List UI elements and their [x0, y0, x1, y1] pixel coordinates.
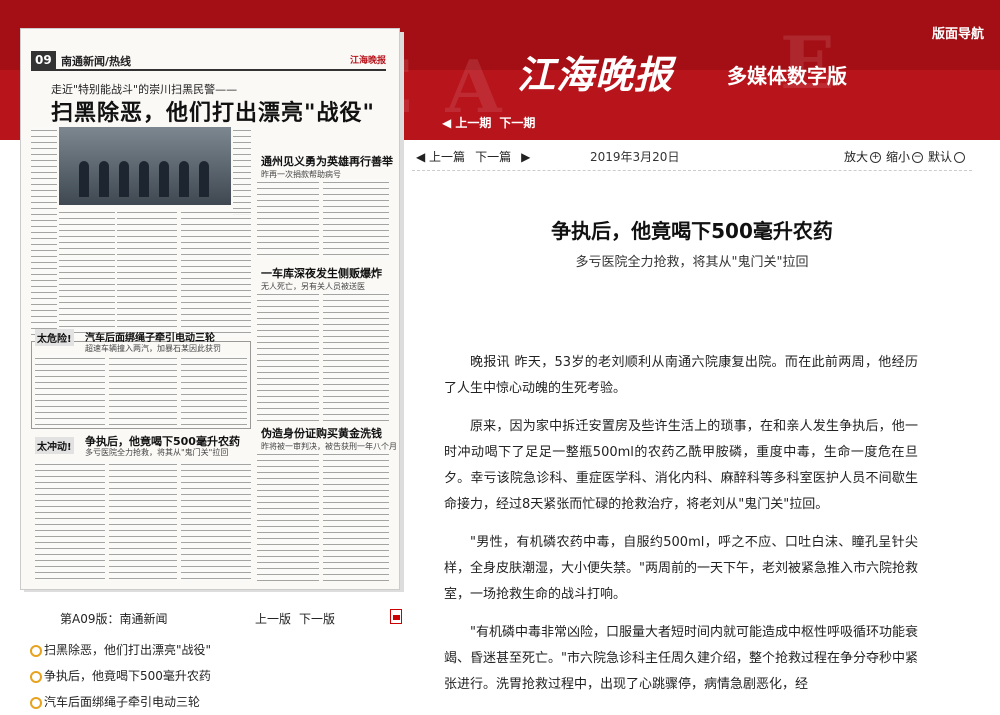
page-nav: 上一版 下一版 — [255, 610, 343, 627]
side-story-headline[interactable]: 伪造身份证购买黄金洗钱 — [261, 425, 382, 441]
text-column — [323, 179, 389, 259]
text-column — [59, 209, 115, 337]
zoom-in-button[interactable]: 放大 + — [844, 150, 886, 164]
minus-icon: − — [911, 152, 923, 163]
logo: 江海晚报 — [517, 52, 674, 97]
side-story-headline[interactable]: 一车库深夜发生侧贩爆炸 — [261, 265, 382, 281]
article-date: 2019年3月20日 — [590, 150, 680, 164]
story-headline[interactable]: 汽车后面绑绳子牵引电动三轮 — [85, 329, 215, 344]
text-column — [323, 451, 389, 581]
plus-icon: + — [869, 152, 881, 163]
lead-photo — [59, 127, 231, 205]
text-column — [109, 461, 177, 581]
next-page-button[interactable]: 下一版 — [299, 612, 335, 626]
side-story-headline[interactable]: 通州见义勇为英雄再行善举 — [261, 153, 393, 169]
story-sub: 多亏医院全力抢救，将其从"鬼门关"拉回 — [85, 448, 229, 457]
pdf-icon[interactable] — [390, 609, 402, 624]
article-body: 晚报讯 昨天，53岁的老刘顺利从南通六院康复出院。而在此前两周，他经历了人生中惊… — [444, 350, 918, 710]
story-link[interactable]: 汽车后面绑绳子牵引电动三轮 — [30, 689, 211, 715]
text-column — [35, 355, 105, 427]
issue-nav: ◀ 上一期 下一期 — [442, 114, 543, 131]
page-number: 09 — [31, 51, 56, 69]
story-link[interactable]: 争执后，他竟喝下500毫升农药 — [30, 663, 211, 689]
toolbar-divider — [412, 170, 972, 171]
layout-nav-link[interactable]: 版面导航 — [932, 23, 984, 42]
story-sub: 超速车辆撞入两汽，加暴石某因此获罚 — [85, 344, 221, 353]
article-toolbar: ◀ 上一篇 下一篇 ▶ 2019年3月20日 放大 + 缩小 − 默认 — [412, 142, 972, 168]
next-issue-button[interactable]: 下一期 — [499, 116, 535, 130]
article-paragraph: 原来，因为家中拆迁安置房及些许生活上的琐事，在和亲人发生争执后，他一时冲动喝下了… — [444, 419, 918, 512]
article-title: 争执后，他竟喝下500毫升农药 — [551, 219, 833, 243]
story-tag: 太危险! — [35, 329, 74, 346]
page-section: 南通新闻/热线 — [61, 55, 132, 68]
next-article-button[interactable]: 下一篇 — [475, 150, 511, 164]
lead-headline[interactable]: 扫黑除恶，他们打出漂亮"战役" — [51, 95, 375, 127]
prev-article-button[interactable]: ◀ 上一篇 — [416, 150, 465, 164]
text-column — [181, 461, 251, 581]
zoom-out-button[interactable]: 缩小 − — [886, 150, 928, 164]
article-paragraph: "有机磷中毒非常凶险，口服量大者短时间内就可能造成中枢性呼吸循环功能衰竭、昏迷甚… — [444, 625, 918, 692]
page-label: 第A09版：南通新闻 — [60, 612, 168, 626]
newspaper-page-thumbnail[interactable]: 09 南通新闻/热线 江海晚报 走近"特别能战斗"的崇川扫黑民警—— 扫黑除恶，… — [20, 28, 400, 590]
story-list: 扫黑除恶，他们打出漂亮"战役" 争执后，他竟喝下500毫升农药 汽车后面绑绳子牵… — [30, 637, 211, 715]
text-column — [257, 451, 319, 581]
article-paragraph: 晚报讯 昨天，53岁的老刘顺利从南通六院康复出院。而在此前两周，他经历了人生中惊… — [444, 355, 918, 396]
page-panel: 09 南通新闻/热线 江海晚报 走近"特别能战斗"的崇川扫黑民警—— 扫黑除恶，… — [0, 0, 410, 715]
text-column — [233, 127, 251, 217]
text-column — [109, 355, 177, 427]
story-link[interactable]: 扫黑除恶，他们打出漂亮"战役" — [30, 637, 211, 663]
page-brand: 江海晚报 — [349, 56, 386, 66]
article-nav: ◀ 上一篇 下一篇 ▶ — [416, 148, 540, 165]
text-column — [181, 209, 251, 337]
text-column — [181, 355, 247, 427]
story-tag: 太冲动! — [35, 437, 74, 454]
page-header: 09 南通新闻/热线 江海晚报 — [31, 51, 386, 71]
logo-subtitle: 多媒体数字版 — [727, 64, 847, 88]
text-column — [35, 461, 105, 581]
circle-icon — [954, 152, 965, 163]
zoom-default-button[interactable]: 默认 — [928, 150, 970, 164]
text-column — [257, 291, 319, 421]
text-column — [31, 127, 57, 337]
zoom-controls: 放大 + 缩小 − 默认 — [844, 148, 970, 165]
text-column — [257, 179, 319, 259]
prev-issue-button[interactable]: ◀ 上一期 — [442, 116, 491, 130]
text-column — [323, 291, 389, 421]
prev-page-button[interactable]: 上一版 — [255, 612, 291, 626]
article-paragraph: "男性，有机磷农药中毒，自服约500ml，呼之不应、口吐白沫、瞳孔呈针尖样，全身… — [444, 535, 918, 602]
article-subtitle: 多亏医院全力抢救，将其从"鬼门关"拉回 — [575, 255, 809, 270]
next-arrow-icon: ▶ — [521, 150, 531, 164]
text-column — [117, 209, 177, 337]
